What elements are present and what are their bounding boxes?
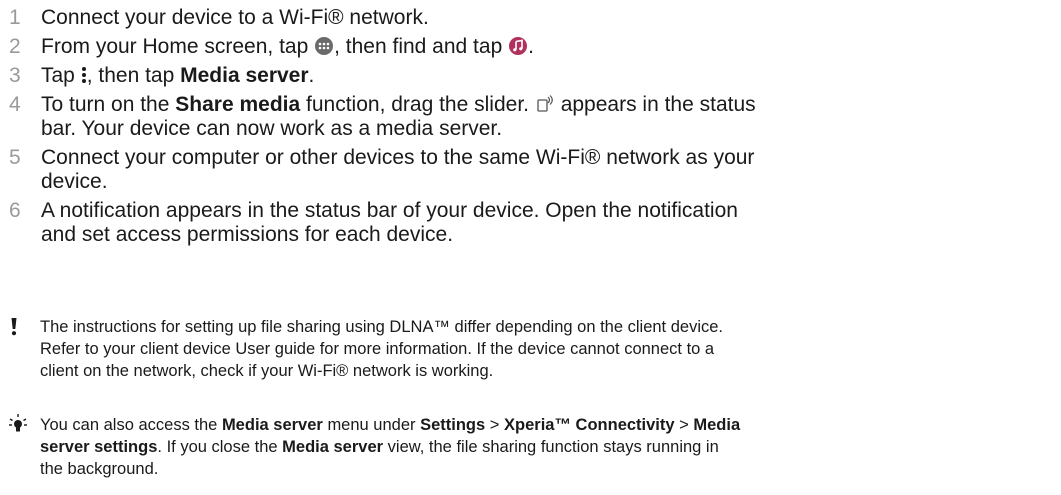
- tip-line: You can also access the Media server men…: [40, 414, 1061, 436]
- tip-text-part: >: [679, 416, 689, 434]
- bold-ui-term: Media server: [180, 64, 309, 87]
- step-number: 5: [9, 146, 21, 169]
- tip-line: server settings. If you close the Media …: [40, 436, 1061, 458]
- step-5: 5 Connect your computer or other devices…: [0, 146, 1061, 194]
- step-text: function, drag the slider.: [306, 93, 529, 116]
- tip-text-part: You can also access the: [40, 416, 218, 434]
- exclamation-icon: [10, 318, 18, 342]
- tip-text-part: view, the file sharing function stays ru…: [387, 438, 719, 456]
- tip-text-part: >: [489, 416, 500, 434]
- tip-text-part: . If you close the: [157, 438, 278, 456]
- bold-ui-term: Media: [693, 416, 741, 434]
- bold-ui-term: Media server: [221, 416, 323, 434]
- apps-grid-icon: [314, 36, 334, 56]
- step-6: 6 A notification appears in the status b…: [0, 199, 1061, 247]
- step-1: 1 Connect your device to a Wi-Fi® networ…: [0, 6, 1061, 30]
- bold-ui-term: Settings: [420, 416, 486, 434]
- bold-ui-term: Share media: [175, 93, 301, 116]
- step-text: Connect your device to a Wi-Fi® network.: [41, 6, 429, 29]
- step-text: appears in the status: [560, 93, 756, 116]
- step-text: To turn on the: [41, 93, 170, 116]
- step-number: 3: [9, 64, 21, 87]
- note-text: The instructions for setting up file sha…: [40, 316, 1061, 382]
- lightbulb-icon: [7, 413, 29, 439]
- step-text: .: [308, 64, 315, 87]
- step-text: A notification appears in the status bar…: [41, 199, 738, 222]
- step-number: 4: [9, 93, 21, 116]
- tip-line: the background.: [40, 460, 159, 478]
- step-text-continued: bar. Your device can now work as a media…: [41, 117, 503, 140]
- step-2: 2 From your Home screen, tap , then find…: [0, 35, 1061, 59]
- note-line: Refer to your client device User guide f…: [40, 340, 715, 358]
- instruction-steps: 1 Connect your device to a Wi-Fi® networ…: [0, 0, 1061, 246]
- music-app-icon: [508, 36, 528, 56]
- step-number: 1: [9, 6, 21, 29]
- bold-ui-term: Xperia™ Connectivity: [504, 416, 675, 434]
- bold-ui-term: Media server: [282, 438, 384, 456]
- step-text: , then tap: [86, 64, 175, 87]
- step-text: From your Home screen, tap: [41, 35, 309, 58]
- step-text-continued: and set access permissions for each devi…: [41, 223, 454, 246]
- step-number: 2: [9, 35, 21, 58]
- step-number: 6: [9, 199, 21, 222]
- step-4: 4 To turn on the Share media function, d…: [0, 93, 1061, 141]
- step-text: , then find and tap: [334, 35, 503, 58]
- step-text-continued: device.: [41, 170, 108, 193]
- step-text: Tap: [41, 64, 75, 87]
- tip-text: You can also access the Media server men…: [40, 414, 1061, 480]
- tip-block: You can also access the Media server men…: [0, 414, 1061, 486]
- step-3: 3 Tap , then tap Media server.: [0, 64, 1061, 88]
- step-text: Connect your computer or other devices t…: [41, 146, 755, 169]
- media-share-status-icon: [535, 94, 555, 114]
- step-text: .: [528, 35, 534, 58]
- tip-text-part: menu under: [327, 416, 416, 434]
- note-line: The instructions for setting up file sha…: [40, 318, 724, 336]
- bold-ui-term: server settings: [40, 438, 158, 456]
- note-block: The instructions for setting up file sha…: [0, 316, 1061, 388]
- note-line: client on the network, check if your Wi-…: [40, 362, 494, 380]
